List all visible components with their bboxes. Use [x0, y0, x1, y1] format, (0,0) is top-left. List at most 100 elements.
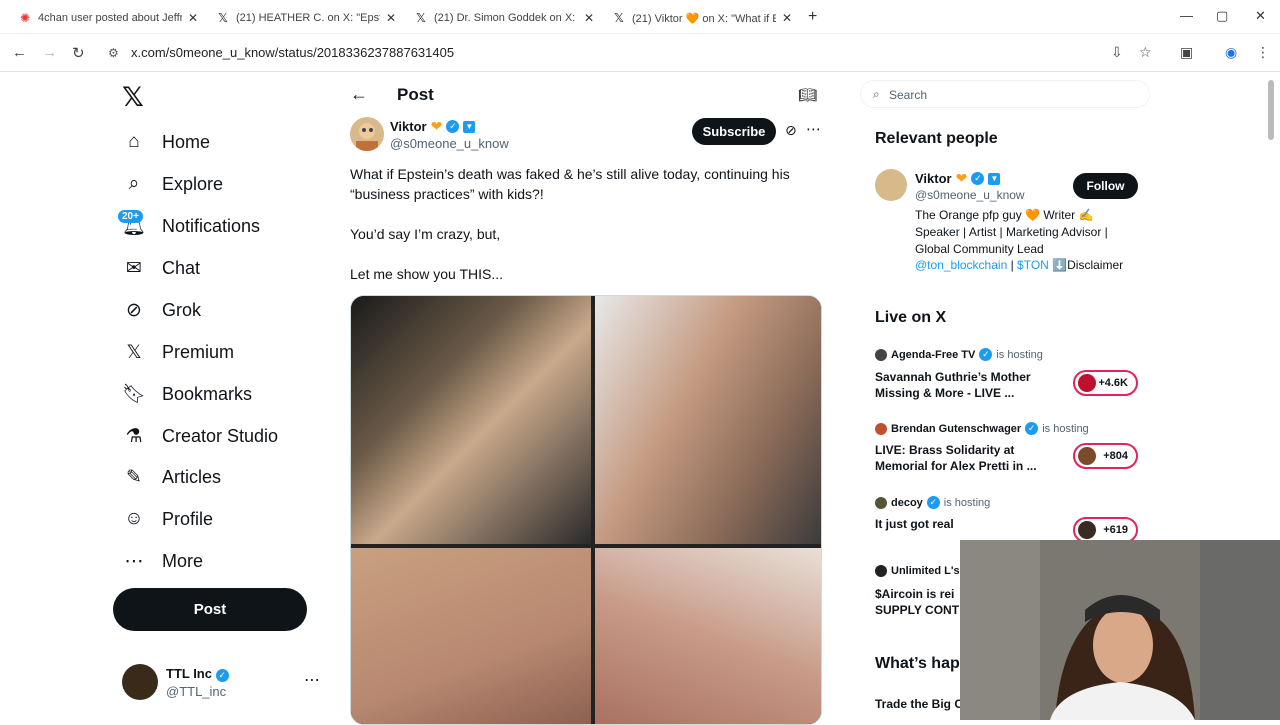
back-arrow-icon[interactable]: ←	[350, 84, 368, 105]
avatar[interactable]	[875, 169, 907, 201]
live-host[interactable]: Agenda-Free TV ✓ is hosting	[875, 348, 1043, 361]
live-title[interactable]: It just got real	[875, 516, 954, 532]
media-image-2[interactable]	[595, 296, 821, 544]
person-name[interactable]: Viktor ❤ ✓ ▼	[915, 170, 1001, 187]
menu-icon[interactable]: ⋮	[1256, 44, 1270, 61]
nav-grok[interactable]: ⊘ Grok	[122, 295, 201, 325]
post-text-line: You’d say I’m crazy, but,	[350, 226, 501, 242]
x-icon: 𝕏	[614, 11, 624, 25]
live-title[interactable]: Missing & More - LIVE ...	[875, 385, 1014, 401]
close-tab-icon[interactable]: ✕	[188, 11, 198, 25]
browser-tab-2[interactable]: 𝕏 (21) HEATHER C. on X: "Epste ✕	[208, 4, 404, 32]
bio-link[interactable]: $TON	[1017, 258, 1049, 272]
grok-icon[interactable]: ⊘	[785, 122, 797, 139]
scrollbar[interactable]	[1268, 80, 1274, 140]
nav-chat[interactable]: ✉ Chat	[122, 253, 200, 283]
post-media-grid[interactable]	[350, 295, 822, 725]
live-title[interactable]: Savannah Guthrie’s Mother	[875, 369, 1031, 385]
reader-mode-icon[interactable]: 📖︎	[798, 86, 817, 104]
nav-label: Notifications	[162, 215, 261, 236]
maximize-icon[interactable]: ▢	[1216, 8, 1228, 24]
bio-link[interactable]: @ton_blockchain	[915, 258, 1007, 272]
nav-more[interactable]: ⋯ More	[122, 546, 204, 576]
bookmark-icon: 🔖︎	[121, 384, 147, 405]
search-icon: ⌕	[128, 173, 140, 194]
author-name[interactable]: Viktor ❤ ✓ ▼	[390, 118, 476, 135]
minimize-icon[interactable]: —	[1180, 8, 1193, 23]
live-host[interactable]: Unlimited L's	[875, 565, 960, 577]
nav-home[interactable]: ⌂ Home	[122, 127, 210, 157]
author-avatar[interactable]	[350, 117, 384, 151]
close-window-icon[interactable]: ✕	[1255, 8, 1266, 24]
nav-label: More	[162, 550, 204, 571]
search-placeholder: Search	[889, 88, 928, 102]
reload-icon[interactable]: ↻	[72, 44, 85, 62]
subscribe-button[interactable]: Subscribe	[692, 118, 776, 145]
flask-icon: ⚗	[125, 425, 143, 447]
nav-explore[interactable]: ⌕ Explore	[122, 169, 223, 199]
nav-label: Articles	[162, 466, 222, 487]
live-title[interactable]: SUPPLY CONT	[875, 602, 959, 618]
live-title[interactable]: $Aircoin is rei	[875, 586, 954, 602]
live-listener-count[interactable]: +4.6K	[1073, 370, 1138, 396]
media-image-3[interactable]	[351, 548, 591, 724]
verified-icon: ✓	[215, 669, 229, 682]
search-icon: ⌕	[873, 87, 880, 101]
media-image-4[interactable]	[595, 548, 821, 724]
follow-button[interactable]: Follow	[1073, 173, 1138, 199]
nav-profile[interactable]: ☺ Profile	[122, 504, 213, 534]
article-icon: ✎	[126, 466, 142, 488]
profile-icon[interactable]: ◉	[1225, 44, 1237, 61]
nav-bookmarks[interactable]: 🔖︎ Bookmarks	[122, 379, 252, 409]
avatar	[122, 664, 158, 700]
close-tab-icon[interactable]: ✕	[386, 11, 396, 25]
tab-title: 4chan user posted about Jeffrey	[38, 12, 182, 24]
nav-articles[interactable]: ✎ Articles	[122, 462, 221, 492]
post-text-line: “business practices” with kids?!	[350, 186, 544, 202]
url-field[interactable]: x.com/s0meone_u_know/status/201833623788…	[131, 45, 454, 60]
sidepanel-icon[interactable]: ▣	[1180, 44, 1193, 61]
browser-tab-3[interactable]: 𝕏 (21) Dr. Simon Goddek on X: "T ✕	[406, 4, 602, 32]
person-handle[interactable]: @s0meone_u_know	[915, 188, 1025, 202]
avatar	[875, 565, 887, 577]
close-tab-icon[interactable]: ✕	[584, 11, 594, 25]
verified-icon: ✓	[971, 172, 985, 185]
verified-icon: ✓	[1025, 422, 1039, 435]
verified-icon: ✓	[979, 348, 993, 361]
back-icon[interactable]: ←	[12, 44, 27, 61]
x-logo-icon[interactable]: 𝕏	[122, 82, 144, 113]
live-host[interactable]: Brendan Gutenschwager ✓ is hosting	[875, 422, 1089, 435]
post-button[interactable]: Post	[113, 588, 307, 631]
forward-icon[interactable]: →	[42, 44, 57, 61]
address-bar: ← → ↻ ⚙ x.com/s0meone_u_know/status/2018…	[0, 34, 1280, 72]
more-icon[interactable]: ⋯	[304, 670, 320, 690]
x-icon: 𝕏	[416, 11, 426, 25]
browser-tab-1[interactable]: ✺ 4chan user posted about Jeffrey ✕	[10, 4, 206, 32]
affiliate-badge-icon: ▼	[988, 172, 1001, 185]
nav-label: Chat	[162, 257, 201, 278]
whats-happening-heading: What’s hap	[875, 655, 960, 672]
live-host[interactable]: decoy ✓ is hosting	[875, 496, 990, 509]
person-icon: ☺	[124, 508, 144, 529]
live-title[interactable]: Memorial for Alex Pretti in ...	[875, 458, 1037, 474]
verified-icon: ✓	[926, 496, 940, 509]
live-listener-count[interactable]: +804	[1073, 443, 1138, 469]
orange-heart-icon: ❤	[955, 170, 968, 186]
bookmark-star-icon[interactable]: ☆	[1139, 44, 1152, 61]
media-image-1[interactable]	[351, 296, 591, 544]
nav-premium[interactable]: 𝕏 Premium	[122, 337, 234, 367]
author-handle[interactable]: @s0meone_u_know	[390, 136, 509, 151]
site-info-icon[interactable]: ⚙	[108, 46, 119, 60]
close-tab-icon[interactable]: ✕	[782, 11, 792, 25]
live-title[interactable]: LIVE: Brass Solidarity at	[875, 442, 1014, 458]
new-tab-icon[interactable]: +	[808, 8, 817, 26]
webcam-overlay	[960, 540, 1280, 720]
avatar	[875, 422, 887, 435]
nav-creator-studio[interactable]: ⚗ Creator Studio	[122, 421, 278, 451]
more-icon[interactable]: ⋯	[806, 120, 821, 138]
search-input[interactable]: ⌕ Search	[860, 80, 1150, 108]
browser-tab-4[interactable]: 𝕏 (21) Viktor 🧡 on X: "What if E ✕	[604, 4, 800, 32]
install-icon[interactable]: ⇩	[1111, 44, 1123, 61]
verified-icon: ✓	[446, 120, 460, 133]
trend-item[interactable]: Trade the Big C	[875, 697, 963, 711]
